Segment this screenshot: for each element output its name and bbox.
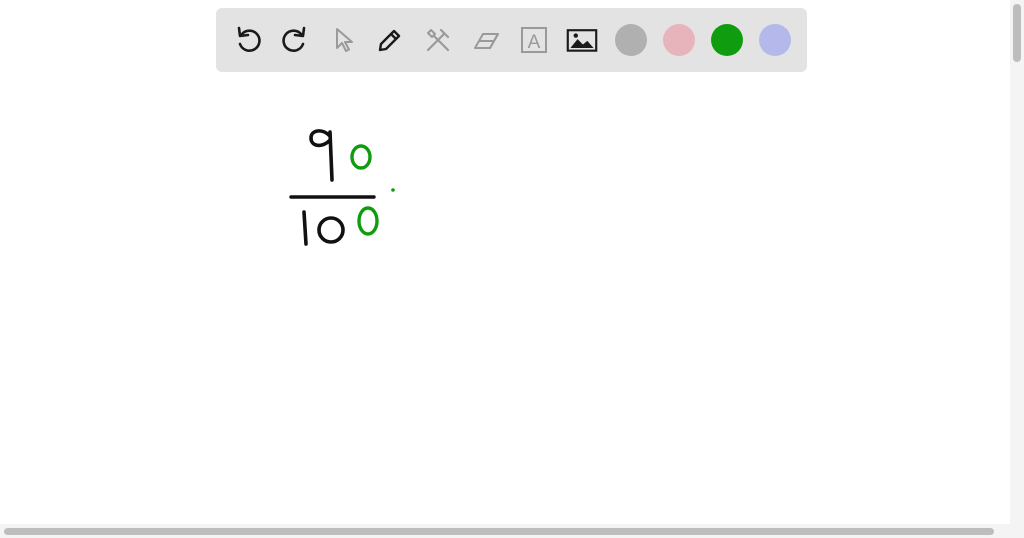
handwriting-layer bbox=[289, 129, 395, 246]
redo-button[interactable] bbox=[279, 24, 311, 56]
pen-tool-button[interactable] bbox=[374, 24, 406, 56]
color-swatch-pink[interactable] bbox=[663, 24, 695, 56]
image-icon bbox=[566, 29, 598, 52]
redo-icon bbox=[282, 26, 306, 52]
vertical-scrollbar-thumb[interactable] bbox=[1013, 4, 1021, 62]
handwritten-zero-green-top bbox=[350, 144, 372, 170]
ink-dot bbox=[391, 188, 395, 192]
image-tool-button[interactable] bbox=[566, 24, 598, 56]
pen-icon bbox=[378, 29, 401, 52]
select-tool-button[interactable] bbox=[327, 24, 359, 56]
handwritten-nine bbox=[309, 129, 334, 182]
shapes-tool-button[interactable] bbox=[422, 24, 454, 56]
handwritten-zero-black bbox=[317, 216, 345, 244]
tools-icon bbox=[426, 28, 450, 52]
color-swatch-green[interactable] bbox=[711, 24, 743, 56]
color-swatch-lavender[interactable] bbox=[759, 24, 791, 56]
vertical-scrollbar[interactable] bbox=[1010, 0, 1024, 538]
handwritten-one bbox=[302, 210, 308, 246]
drawing-toolbar: A bbox=[216, 8, 807, 72]
select-pointer-icon bbox=[336, 28, 353, 52]
horizontal-scrollbar[interactable] bbox=[0, 524, 1010, 538]
text-tool-button[interactable]: A bbox=[518, 24, 550, 56]
undo-icon bbox=[237, 26, 261, 52]
eraser-tool-button[interactable] bbox=[470, 24, 502, 56]
handwritten-zero-green-bottom bbox=[357, 206, 379, 236]
horizontal-scrollbar-thumb[interactable] bbox=[4, 528, 994, 535]
whiteboard-app: A 9 0 1 0 0 bbox=[0, 0, 1024, 538]
text-tool-glyph: A bbox=[528, 32, 541, 53]
eraser-icon bbox=[474, 33, 499, 49]
text-icon: A bbox=[521, 27, 547, 53]
color-swatch-gray[interactable] bbox=[615, 24, 647, 56]
undo-button[interactable] bbox=[232, 24, 264, 56]
drawing-canvas[interactable]: 9 0 1 0 0 bbox=[0, 80, 1010, 526]
